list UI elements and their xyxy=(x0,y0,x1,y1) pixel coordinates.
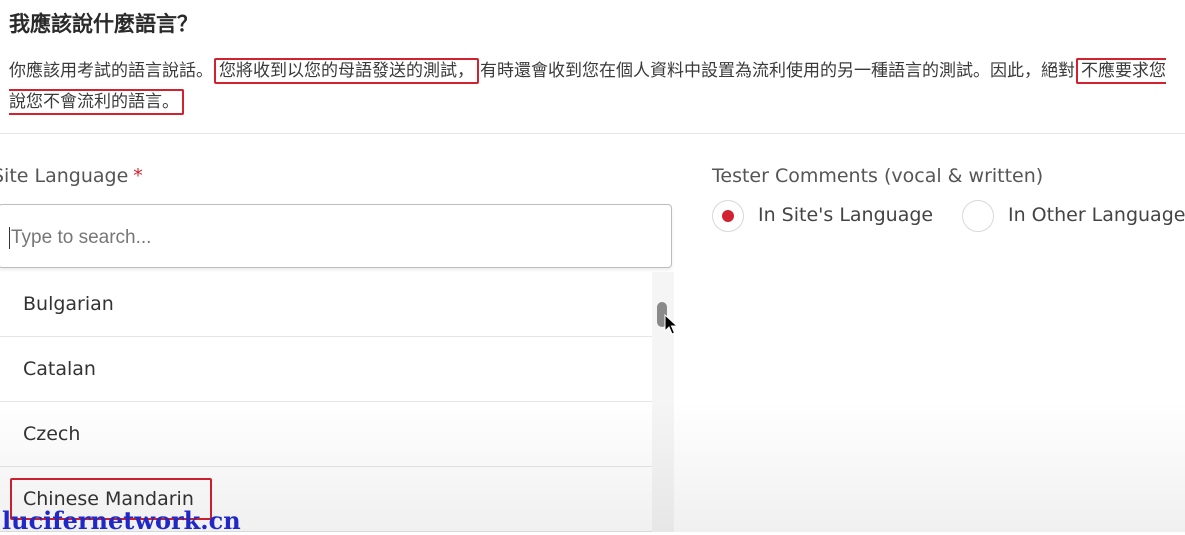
language-option-label: Catalan xyxy=(23,358,96,380)
language-option-catalan[interactable]: Catalan xyxy=(0,337,652,402)
instruction-paragraph: 你應該用考試的語言說話。 您將收到以您的母語發送的測試， 有時還會收到您在個人資料中… xyxy=(9,56,1179,118)
required-mark: * xyxy=(133,165,143,187)
mouse-pointer-icon xyxy=(664,314,678,335)
radio-other-language-label[interactable]: In Other Language xyxy=(1008,204,1185,226)
tester-comments-label: Tester Comments (vocal & written) xyxy=(712,165,1044,187)
language-option-label: Czech xyxy=(23,423,81,445)
language-option-bulgarian[interactable]: Bulgarian xyxy=(0,272,652,337)
site-language-dropdown: Bulgarian Catalan Czech Chinese Mandarin xyxy=(0,272,653,532)
paragraph-text-2: 有時還會收到您在個人資料中設置為流利使用的另一種語言的測試。因此，絕對 xyxy=(480,61,1075,81)
radio-site-language-label[interactable]: In Site's Language xyxy=(758,204,933,226)
text-caret xyxy=(9,227,10,249)
highlight-native-language: 您將收到以您的母語發送的測試， xyxy=(214,58,479,84)
section-divider xyxy=(0,133,1185,134)
radio-other-language[interactable] xyxy=(962,200,994,232)
paragraph-text-1: 你應該用考試的語言說話。 xyxy=(9,61,213,81)
site-language-search-box[interactable] xyxy=(0,204,672,268)
radio-site-language[interactable] xyxy=(712,200,744,232)
language-option-label: Bulgarian xyxy=(23,293,114,315)
language-option-czech[interactable]: Czech xyxy=(0,402,652,467)
page-heading: 我應該說什麼語言？ xyxy=(9,12,198,36)
site-language-label-text: Site Language xyxy=(0,165,129,187)
dropdown-scrollbar[interactable] xyxy=(652,272,674,532)
watermark-text: lucifernetwork.cn xyxy=(2,506,241,535)
site-language-label: Site Language * xyxy=(0,165,143,187)
radio-selected-dot xyxy=(722,210,734,222)
site-language-search-input[interactable] xyxy=(11,221,611,255)
